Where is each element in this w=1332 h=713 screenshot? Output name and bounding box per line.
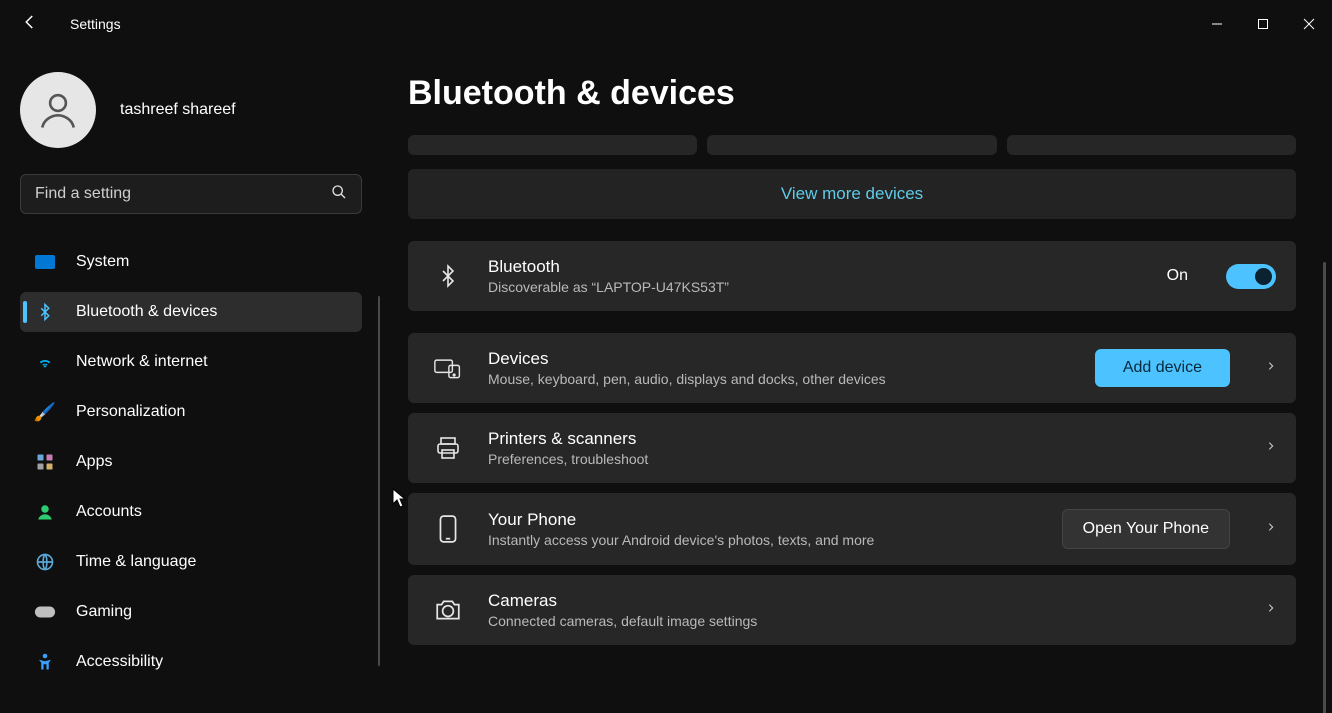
- bluetooth-icon: [34, 301, 56, 323]
- sidebar-item-label: Personalization: [76, 403, 185, 421]
- globe-clock-icon: [34, 551, 56, 573]
- printer-icon: [432, 436, 464, 460]
- bluetooth-title: Bluetooth: [488, 257, 1143, 277]
- gamepad-icon: [34, 601, 56, 623]
- sidebar-item-label: Gaming: [76, 603, 132, 621]
- chevron-right-icon: [1254, 600, 1276, 621]
- chevron-right-icon: [1254, 438, 1276, 459]
- sidebar-item-system[interactable]: System: [20, 242, 362, 282]
- back-button[interactable]: [10, 13, 50, 36]
- sidebar-item-bluetooth-devices[interactable]: Bluetooth & devices: [20, 292, 362, 332]
- devices-icon: [432, 356, 464, 380]
- printers-scanners-card[interactable]: Printers & scanners Preferences, trouble…: [408, 413, 1296, 483]
- device-tile-placeholder[interactable]: [707, 135, 996, 155]
- account-icon: [34, 501, 56, 523]
- toggle-knob: [1255, 268, 1272, 285]
- sidebar-nav: System Bluetooth & devices Network & int…: [20, 242, 362, 682]
- page-title: Bluetooth & devices: [408, 74, 1296, 113]
- sidebar-item-time-language[interactable]: Time & language: [20, 542, 362, 582]
- sidebar-item-label: Network & internet: [76, 353, 208, 371]
- sidebar-item-accounts[interactable]: Accounts: [20, 492, 362, 532]
- sidebar-item-label: Bluetooth & devices: [76, 303, 217, 321]
- devices-subtitle: Mouse, keyboard, pen, audio, displays an…: [488, 371, 1071, 387]
- user-block[interactable]: tashreef shareef: [20, 72, 362, 148]
- sidebar-item-accessibility[interactable]: Accessibility: [20, 642, 362, 682]
- minimize-button[interactable]: [1194, 0, 1240, 48]
- sidebar-item-apps[interactable]: Apps: [20, 442, 362, 482]
- sidebar-item-label: System: [76, 253, 129, 271]
- search-input[interactable]: [20, 174, 362, 214]
- content-scrollbar[interactable]: [1323, 262, 1326, 713]
- close-button[interactable]: [1286, 0, 1332, 48]
- bluetooth-state-label: On: [1167, 267, 1188, 285]
- your-phone-subtitle: Instantly access your Android device's p…: [488, 532, 1038, 548]
- search-field[interactable]: [35, 185, 347, 203]
- apps-icon: [34, 451, 56, 473]
- bluetooth-subtitle: Discoverable as “LAPTOP-U47KS53T”: [488, 279, 1143, 295]
- sidebar-item-label: Accounts: [76, 503, 142, 521]
- wifi-icon: [34, 351, 56, 373]
- sidebar-item-label: Apps: [76, 453, 112, 471]
- titlebar: Settings: [0, 0, 1332, 48]
- add-device-button[interactable]: Add device: [1095, 349, 1230, 387]
- device-tile-placeholder[interactable]: [1007, 135, 1296, 155]
- accessibility-icon: [34, 651, 56, 673]
- devices-title: Devices: [488, 349, 1071, 369]
- phone-icon: [432, 515, 464, 543]
- user-name: tashreef shareef: [120, 101, 236, 119]
- avatar: [20, 72, 96, 148]
- app-title: Settings: [70, 16, 121, 32]
- sidebar: tashreef shareef System Bluetooth & devi…: [0, 48, 380, 713]
- your-phone-title: Your Phone: [488, 510, 1038, 530]
- sidebar-item-label: Time & language: [76, 553, 196, 571]
- bluetooth-card: Bluetooth Discoverable as “LAPTOP-U47KS5…: [408, 241, 1296, 311]
- bluetooth-icon: [432, 262, 464, 290]
- cameras-card[interactable]: Cameras Connected cameras, default image…: [408, 575, 1296, 645]
- camera-icon: [432, 599, 464, 621]
- sidebar-item-gaming[interactable]: Gaming: [20, 592, 362, 632]
- device-tiles-row: [408, 135, 1296, 155]
- sidebar-item-network-internet[interactable]: Network & internet: [20, 342, 362, 382]
- open-your-phone-button[interactable]: Open Your Phone: [1062, 509, 1230, 549]
- search-icon: [331, 184, 347, 204]
- printers-title: Printers & scanners: [488, 429, 1230, 449]
- chevron-right-icon: [1254, 358, 1276, 379]
- sidebar-item-personalization[interactable]: 🖌️ Personalization: [20, 392, 362, 432]
- chevron-right-icon: [1254, 519, 1276, 540]
- printers-subtitle: Preferences, troubleshoot: [488, 451, 1230, 467]
- maximize-button[interactable]: [1240, 0, 1286, 48]
- sidebar-item-label: Accessibility: [76, 653, 163, 671]
- your-phone-card[interactable]: Your Phone Instantly access your Android…: [408, 493, 1296, 565]
- cameras-subtitle: Connected cameras, default image setting…: [488, 613, 1230, 629]
- bluetooth-toggle[interactable]: [1226, 264, 1276, 289]
- devices-card[interactable]: Devices Mouse, keyboard, pen, audio, dis…: [408, 333, 1296, 403]
- content: Bluetooth & devices View more devices Bl…: [380, 48, 1332, 713]
- cameras-title: Cameras: [488, 591, 1230, 611]
- view-more-devices-button[interactable]: View more devices: [408, 169, 1296, 219]
- monitor-icon: [34, 251, 56, 273]
- window-controls: [1194, 0, 1332, 48]
- view-more-label: View more devices: [781, 184, 923, 204]
- device-tile-placeholder[interactable]: [408, 135, 697, 155]
- paintbrush-icon: 🖌️: [34, 401, 56, 423]
